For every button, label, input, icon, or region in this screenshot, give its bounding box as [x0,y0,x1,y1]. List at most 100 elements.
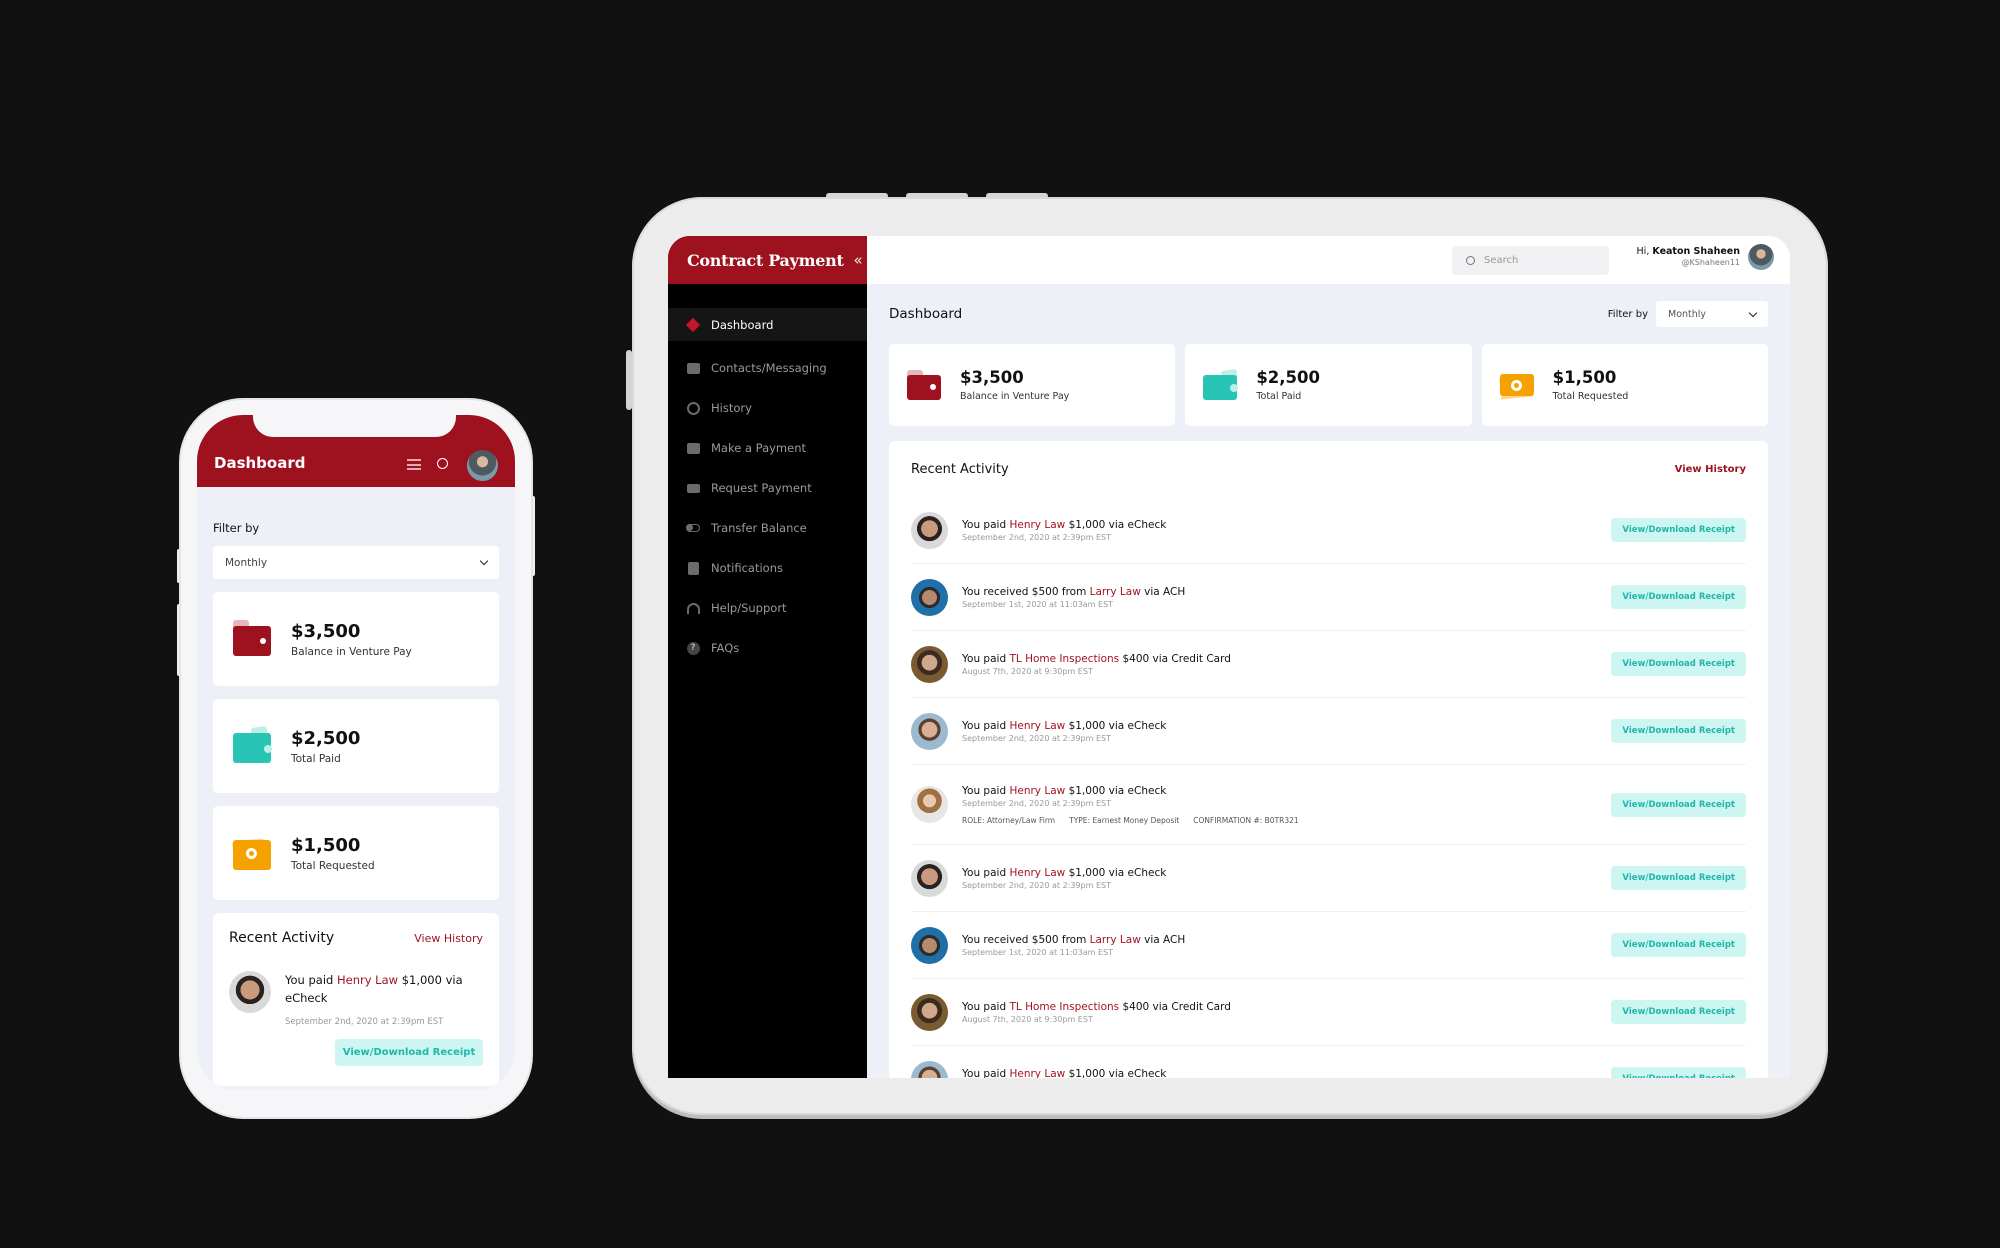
contact-name-link[interactable]: Henry Law [1009,1068,1065,1079]
recent-activity-panel: Recent Activity View History You paid He… [213,913,499,1086]
contact-avatar [229,971,271,1013]
view-download-receipt-button[interactable]: View/Download Receipt [1611,518,1746,542]
stat-amount: $3,500 [960,368,1024,387]
stat-label: Total Requested [1552,391,1629,402]
stat-label: Balance in Venture Pay [291,645,412,658]
view-download-receipt-button[interactable]: View/Download Receipt [1611,1000,1746,1024]
cash-icon [1498,370,1534,400]
stat-label: Total Paid [1256,391,1302,402]
contact-name-link[interactable]: Larry Law [1090,934,1141,946]
view-history-link[interactable]: View History [414,932,483,945]
view-download-receipt-button[interactable]: View/Download Receipt [1611,792,1746,817]
activity-row: You paid Henry Law $1,000 via eCheck Sep… [911,1046,1746,1078]
contact-name-link[interactable]: TL Home Inspections [1009,653,1119,665]
activity-row: You paid Henry Law $1,000 via eCheck Sep… [911,698,1746,765]
activity-text: You paid [962,518,1010,531]
activity-text: $1,000 via eCheck [1065,719,1167,732]
app-title: Contract Payment [687,250,844,270]
view-download-receipt-button[interactable]: View/Download Receipt [1611,866,1746,890]
activity-role: ROLE: Attorney/Law Firm [962,815,1056,825]
sidebar-item-contacts[interactable]: Contacts/Messaging [668,348,867,388]
contact-avatar [911,993,948,1031]
view-download-receipt-button[interactable]: View/Download Receipt [335,1039,483,1066]
contact-name-link[interactable]: Henry Law [1009,519,1065,531]
filter-select[interactable]: Monthly [1656,301,1768,327]
wallet-icon [233,620,271,658]
user-menu[interactable]: Hi, Keaton Shaheen @KShaheen11 [1637,244,1774,270]
activity-text: $1,000 via eCheck [1065,784,1167,797]
contact-avatar [911,926,948,964]
sidebar-item-make-payment[interactable]: Make a Payment [668,428,867,468]
activity-meta: ROLE: Attorney/Law Firm TYPE: Earnest Mo… [962,816,1611,825]
filter-select[interactable]: Monthly [213,546,499,579]
search-icon[interactable] [437,458,448,469]
stat-card-balance: $3,500 Balance in Venture Pay [889,344,1176,426]
brand-header: Contract Payment « [668,236,867,284]
phone-header: Dashboard [197,415,515,487]
question-icon: ? [686,641,700,655]
hamburger-menu-icon[interactable] [407,459,421,470]
view-history-link[interactable]: View History [1675,464,1746,475]
sidebar-item-notifications[interactable]: Notifications [668,548,867,588]
stat-amount: $1,500 [1552,368,1617,387]
view-download-receipt-button[interactable]: View/Download Receipt [1611,652,1746,676]
activity-text: You paid [962,784,1010,797]
activity-text: You received $500 from [962,933,1090,946]
contact-name-link[interactable]: Henry Law [1009,720,1065,732]
contacts-icon [686,361,700,375]
page-title: Dashboard [889,306,963,322]
contact-name-link[interactable]: Henry Law [337,973,398,987]
filter-control: Filter by Monthly [1608,301,1768,327]
sidebar-item-help-support[interactable]: Help/Support [668,588,867,628]
view-download-receipt-button[interactable]: View/Download Receipt [1611,933,1746,957]
activity-row: You paid Henry Law $1,000 via eCheck Sep… [911,497,1746,564]
toggle-icon [686,521,700,535]
stat-card-total-requested: $1,500 Total Requested [1481,344,1768,426]
activity-date: August 7th, 2020 at 9:30pm EST [962,666,1093,676]
contact-avatar [911,1060,948,1078]
stat-card-total-requested: $1,500 Total Requested [213,806,499,900]
activity-row: You paid TL Home Inspections $400 via Cr… [911,979,1746,1046]
contact-name-link[interactable]: Henry Law [1009,867,1065,879]
user-avatar[interactable] [467,450,498,481]
contact-avatar [911,645,948,683]
user-handle: @KShaheen11 [1681,258,1740,267]
sidebar-item-dashboard[interactable]: Dashboard [668,308,867,341]
sidebar-nav: Dashboard Contacts/Messaging History Mak… [668,284,867,668]
activity-date: September 2nd, 2020 at 2:39pm EST [962,733,1111,743]
phone-page-title: Dashboard [214,454,306,472]
sidebar-item-label: Request Payment [711,481,812,495]
activity-row: You paid Henry Law $1,000 via eCheck Sep… [911,845,1746,912]
stat-amount: $2,500 [1256,368,1320,387]
search-input[interactable]: Search [1452,246,1609,275]
view-download-receipt-button[interactable]: View/Download Receipt [1611,719,1746,743]
user-avatar[interactable] [1748,244,1774,270]
activity-row: You received $500 from Larry Law via ACH… [911,564,1746,631]
stats-row: $3,500 Balance in Venture Pay $2,500 Total… [889,344,1768,426]
sidebar-item-request-payment[interactable]: Request Payment [668,468,867,508]
view-download-receipt-button[interactable]: View/Download Receipt [1611,585,1746,609]
diamond-icon [685,317,701,332]
sidebar-item-history[interactable]: History [668,388,867,428]
activity-confirmation: CONFIRMATION #: B0TR321 [1193,815,1299,825]
contact-name-link[interactable]: Henry Law [1009,785,1065,797]
activity-text: You received $500 from [962,585,1090,598]
activity-type: TYPE: Earnest Money Deposit [1069,815,1180,825]
sidebar-item-transfer-balance[interactable]: Transfer Balance [668,508,867,548]
activity-row-expanded: You paid Henry Law $1,000 via eCheck Sep… [911,765,1746,845]
activity-date: August 7th, 2020 at 9:30pm EST [962,1014,1093,1024]
activity-text: You paid [962,719,1010,732]
view-download-receipt-button[interactable]: View/Download Receipt [1611,1067,1746,1078]
contact-name-link[interactable]: TL Home Inspections [1009,1001,1119,1013]
activity-text: You paid [962,1000,1010,1013]
notification-icon [686,561,700,575]
sidebar-item-label: Contacts/Messaging [711,361,827,375]
activity-date: September 1st, 2020 at 11:03am EST [962,947,1114,957]
search-icon [1466,256,1475,265]
sidebar-item-label: Transfer Balance [711,521,807,535]
activity-text: $400 via Credit Card [1119,1000,1231,1013]
collapse-sidebar-icon[interactable]: « [854,251,863,269]
user-name: Keaton Shaheen [1652,246,1740,257]
contact-name-link[interactable]: Larry Law [1090,586,1141,598]
sidebar-item-faqs[interactable]: ? FAQs [668,628,867,668]
